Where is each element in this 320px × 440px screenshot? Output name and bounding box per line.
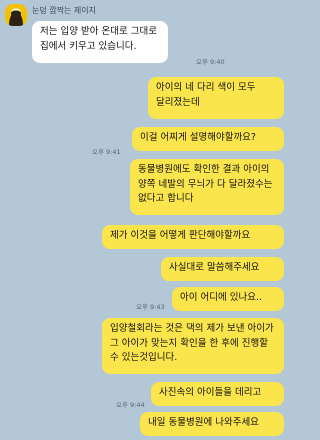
cartoon-avatar-icon	[5, 4, 27, 26]
contact-name: 눈덩 깜짝는 제이지	[32, 6, 96, 15]
message-timestamp: 오후 9:41	[92, 148, 121, 156]
message-timestamp: 오후 9:43	[136, 303, 165, 311]
message-bubble-outgoing: 입양철회라는 것은 댁의 제가 보낸 아이가 그 아이가 맞는지 확인을 한 후…	[102, 318, 284, 374]
message-bubble-outgoing: 내일 동물병원에 나와주세요	[140, 412, 284, 436]
message-bubble-outgoing: 사진속의 아이들을 데리고	[151, 382, 284, 406]
message-timestamp: 오후 9:44	[116, 401, 145, 409]
message-bubble-outgoing: 동물병원에도 확인한 결과 아이의 양쪽 네발의 무늬가 다 달라졌수는 없다고…	[130, 159, 284, 215]
message-bubble-outgoing: 이걸 어찌게 설명해야할까요?	[132, 127, 284, 151]
message-bubble-incoming: 저는 입양 받아 온대로 그대로 집에서 키우고 있습니다.	[32, 21, 168, 63]
message-bubble-outgoing: 제가 이것을 어떻게 판단해야할까요	[102, 225, 284, 249]
message-bubble-outgoing: 아이의 네 다리 색이 모두 달리졌는데	[148, 77, 284, 119]
contact-avatar[interactable]	[5, 4, 27, 26]
message-bubble-outgoing: 사실대로 말씀해주세요	[161, 257, 284, 281]
message-bubble-outgoing: 아이 어디에 있나요..	[172, 287, 284, 311]
message-timestamp: 오후 9:40	[196, 58, 225, 66]
